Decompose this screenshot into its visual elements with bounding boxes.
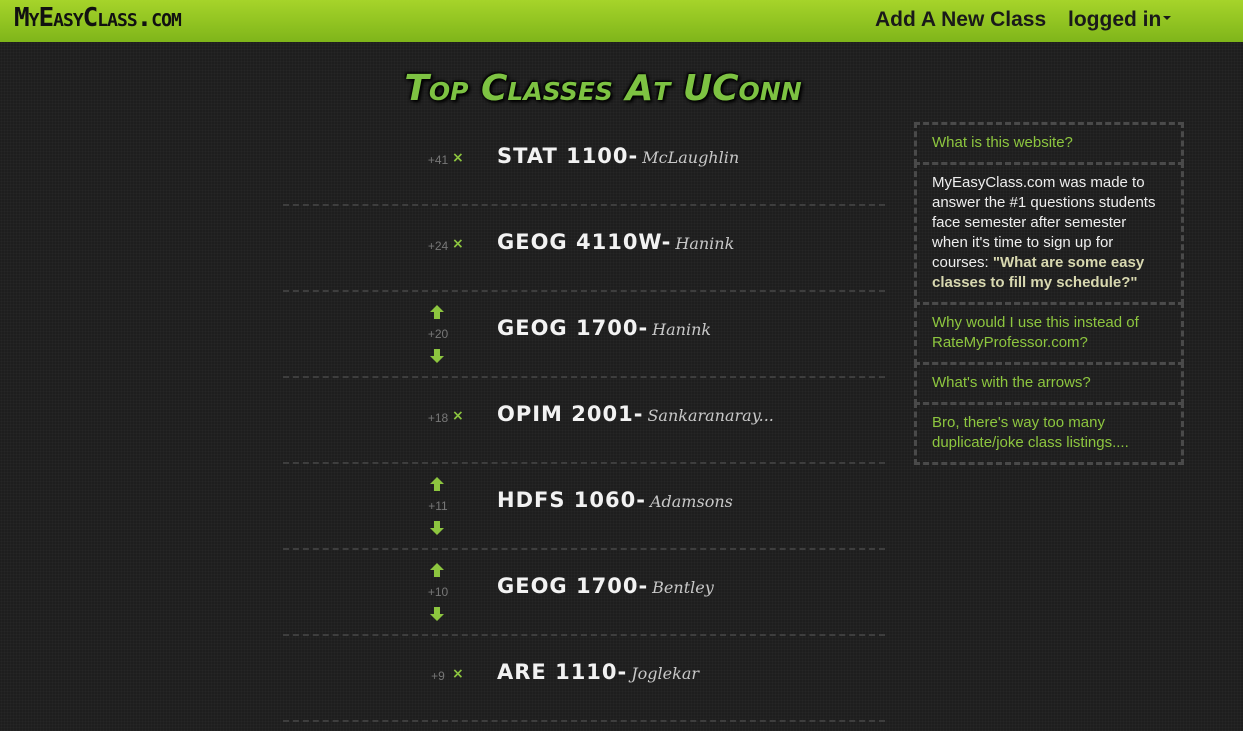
class-row: +9 × ARE 1110- Joglekar	[283, 636, 885, 722]
vote-score: +10	[427, 585, 449, 599]
class-row: +11 HDFS 1060- Adamsons	[283, 464, 885, 550]
close-icon[interactable]: ×	[452, 408, 464, 424]
vote-box: +11	[423, 464, 463, 550]
vote-score: +9	[431, 669, 445, 683]
class-list: +41 × STAT 1100- McLaughlin +24 × GEOG 4110W- H…	[283, 120, 885, 722]
user-menu[interactable]: logged in	[1068, 8, 1172, 32]
class-row: +20 GEOG 1700- Hanink	[283, 292, 885, 378]
site-logo[interactable]: MyEasyClass.com	[14, 3, 182, 33]
class-link[interactable]: GEOG 4110W- Hanink	[497, 230, 734, 254]
faq-sidebar: What is this website? MyEasyClass.com wa…	[914, 122, 1184, 465]
navbar: MyEasyClass.com Add A New Class logged i…	[0, 0, 1243, 42]
class-row: +18 × OPIM 2001- Sankaranaray...	[283, 378, 885, 464]
arrow-down-icon[interactable]	[429, 348, 445, 364]
class-separator: -	[636, 488, 646, 512]
class-separator: -	[638, 316, 649, 340]
class-code: HDFS 1060	[497, 488, 637, 512]
vote-score: +24	[427, 239, 449, 253]
class-link[interactable]: HDFS 1060- Adamsons	[497, 488, 733, 512]
professor-name: Joglekar	[631, 664, 700, 683]
arrow-up-icon[interactable]	[429, 476, 445, 492]
faq-answer: MyEasyClass.com was made to answer the #…	[932, 174, 1155, 291]
vote-box: +41 ×	[423, 120, 464, 206]
faq-question[interactable]: Why would I use this instead of RateMyPr…	[932, 314, 1139, 351]
faq-item[interactable]: Why would I use this instead of RateMyPr…	[914, 302, 1184, 365]
user-menu-label: logged in	[1068, 8, 1162, 31]
class-code: STAT 1100	[497, 144, 629, 168]
vote-score: +11	[428, 499, 448, 513]
add-class-link[interactable]: Add A New Class	[875, 8, 1046, 32]
class-link[interactable]: ARE 1110- Joglekar	[497, 660, 699, 684]
vote-box: +24 ×	[423, 206, 464, 292]
arrow-up-icon[interactable]	[429, 304, 445, 320]
class-separator: -	[638, 574, 649, 598]
close-icon[interactable]: ×	[452, 150, 464, 166]
class-link[interactable]: OPIM 2001- Sankaranaray...	[497, 402, 774, 426]
vote-score: +18	[427, 411, 449, 425]
class-link[interactable]: STAT 1100- McLaughlin	[497, 144, 739, 168]
faq-item[interactable]: What is this website?	[914, 122, 1184, 165]
class-row: +10 GEOG 1700- Bentley	[283, 550, 885, 636]
faq-question[interactable]: What is this website?	[932, 134, 1073, 151]
class-separator: -	[628, 144, 639, 168]
class-row: +41 × STAT 1100- McLaughlin	[283, 120, 885, 206]
class-separator: -	[633, 402, 644, 426]
professor-name: Adamsons	[649, 492, 733, 511]
vote-box: +18 ×	[423, 378, 464, 464]
faq-item[interactable]: What's with the arrows?	[914, 362, 1184, 405]
faq-item[interactable]: Bro, there's way too many duplicate/joke…	[914, 402, 1184, 465]
vote-score: +41	[427, 153, 449, 167]
professor-name: Bentley	[652, 578, 714, 597]
professor-name: Sankaranaray...	[647, 406, 774, 425]
faq-question[interactable]: What's with the arrows?	[932, 374, 1091, 391]
class-code: GEOG 1700	[497, 574, 639, 598]
close-icon[interactable]: ×	[452, 666, 464, 682]
caret-down-icon	[1163, 16, 1172, 21]
vote-box: +10	[423, 550, 463, 636]
class-code: GEOG 4110W	[497, 230, 662, 254]
class-code: ARE 1110	[497, 660, 618, 684]
class-separator: -	[661, 230, 672, 254]
vote-score: +20	[427, 327, 449, 341]
faq-question[interactable]: Bro, there's way too many duplicate/joke…	[932, 414, 1129, 451]
arrow-up-icon[interactable]	[429, 562, 445, 578]
class-code: GEOG 1700	[497, 316, 639, 340]
vote-box: +9 ×	[423, 636, 464, 722]
professor-name: Hanink	[675, 234, 735, 253]
professor-name: McLaughlin	[642, 148, 740, 167]
vote-box: +20	[423, 292, 463, 378]
faq-answer-box: MyEasyClass.com was made to answer the #…	[914, 162, 1184, 305]
close-icon[interactable]: ×	[452, 236, 464, 252]
class-code: OPIM 2001	[497, 402, 634, 426]
arrow-down-icon[interactable]	[429, 520, 445, 536]
page-title: Top Classes At UConn	[404, 68, 802, 109]
class-separator: -	[617, 660, 628, 684]
class-link[interactable]: GEOG 1700- Hanink	[497, 316, 711, 340]
class-row: +24 × GEOG 4110W- Hanink	[283, 206, 885, 292]
arrow-down-icon[interactable]	[429, 606, 445, 622]
class-link[interactable]: GEOG 1700- Bentley	[497, 574, 714, 598]
professor-name: Hanink	[652, 320, 712, 339]
